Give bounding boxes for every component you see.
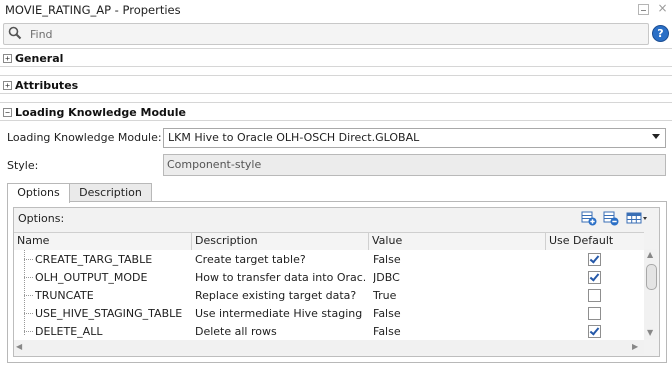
lkm-selected-value: LKM Hive to Oracle OLH-OSCH Direct.GLOBA… [168,131,420,144]
option-value[interactable]: False [373,325,543,338]
option-name: DELETE_ALL [35,325,103,338]
scroll-right-icon[interactable]: ▶ [632,342,638,351]
section-divider [0,66,672,67]
section-loading-knowledge-module[interactable]: Loading Knowledge Module [15,106,186,119]
tab-options[interactable]: Options [7,183,70,203]
use-default-checkbox[interactable] [588,271,601,284]
option-value[interactable]: False [373,307,543,320]
tree-guide [24,277,33,278]
section-divider [0,120,672,121]
search-icon [8,26,22,40]
chevron-down-icon[interactable] [652,134,660,139]
section-attributes[interactable]: Attributes [15,79,78,92]
option-description: Replace existing target data? [195,289,357,302]
section-divider [0,75,672,76]
use-default-checkbox[interactable] [588,289,601,302]
option-name: OLH_OUTPUT_MODE [35,271,148,284]
tree-guide [24,259,33,260]
option-description: How to transfer data into Orac... [195,271,365,284]
tree-guide [24,250,26,335]
add-row-icon[interactable] [581,210,597,226]
options-title: Options: [18,212,65,225]
vertical-scrollbar[interactable] [644,249,657,339]
column-header-value[interactable]: Value [372,234,402,247]
remove-row-icon[interactable] [603,210,619,226]
tree-guide [24,331,33,332]
lkm-label: Loading Knowledge Module: [7,131,162,144]
collapse-icon[interactable]: − [3,108,12,117]
use-default-checkbox[interactable] [588,307,601,320]
option-name: CREATE_TARG_TABLE [35,253,153,266]
vertical-scroll-thumb[interactable] [646,264,657,290]
expand-icon[interactable]: + [3,81,12,90]
column-header-description[interactable]: Description [195,234,258,247]
option-value[interactable]: JDBC [373,271,543,284]
option-description: Create target table? [195,253,306,266]
option-name: USE_HIVE_STAGING_TABLE [35,307,183,320]
tree-guide [24,313,33,314]
help-icon[interactable]: ? [652,25,669,42]
option-description: Delete all rows [195,325,277,338]
option-value[interactable]: True [373,289,543,302]
option-name: TRUNCATE [35,289,94,302]
column-header-use-default[interactable]: Use Default [549,234,613,247]
tree-guide [24,295,33,296]
section-general[interactable]: General [15,52,63,65]
column-header-name[interactable]: Name [17,234,49,247]
option-description: Use intermediate Hive staging ... [195,307,365,320]
section-divider [0,48,672,49]
window-title: MOVIE_RATING_AP - Properties [5,3,181,17]
section-divider [0,102,672,103]
tab-description[interactable]: Description [69,183,152,202]
style-label: Style: [7,159,39,172]
use-default-checkbox[interactable] [588,253,601,266]
search-input[interactable] [30,27,630,41]
use-default-checkbox[interactable] [588,325,601,338]
horizontal-scrollbar[interactable] [14,340,644,354]
close-icon[interactable]: × [657,2,668,14]
scroll-left-icon[interactable]: ◀ [16,342,22,351]
scroll-up-icon[interactable]: ▲ [647,250,653,259]
scroll-down-icon[interactable]: ▼ [647,328,653,337]
expand-icon[interactable]: + [3,54,12,63]
section-divider [0,93,672,94]
style-value: Component-style [167,158,262,171]
option-value[interactable]: False [373,253,543,266]
minimize-icon[interactable] [638,4,649,15]
table-columns-icon[interactable] [626,210,648,226]
